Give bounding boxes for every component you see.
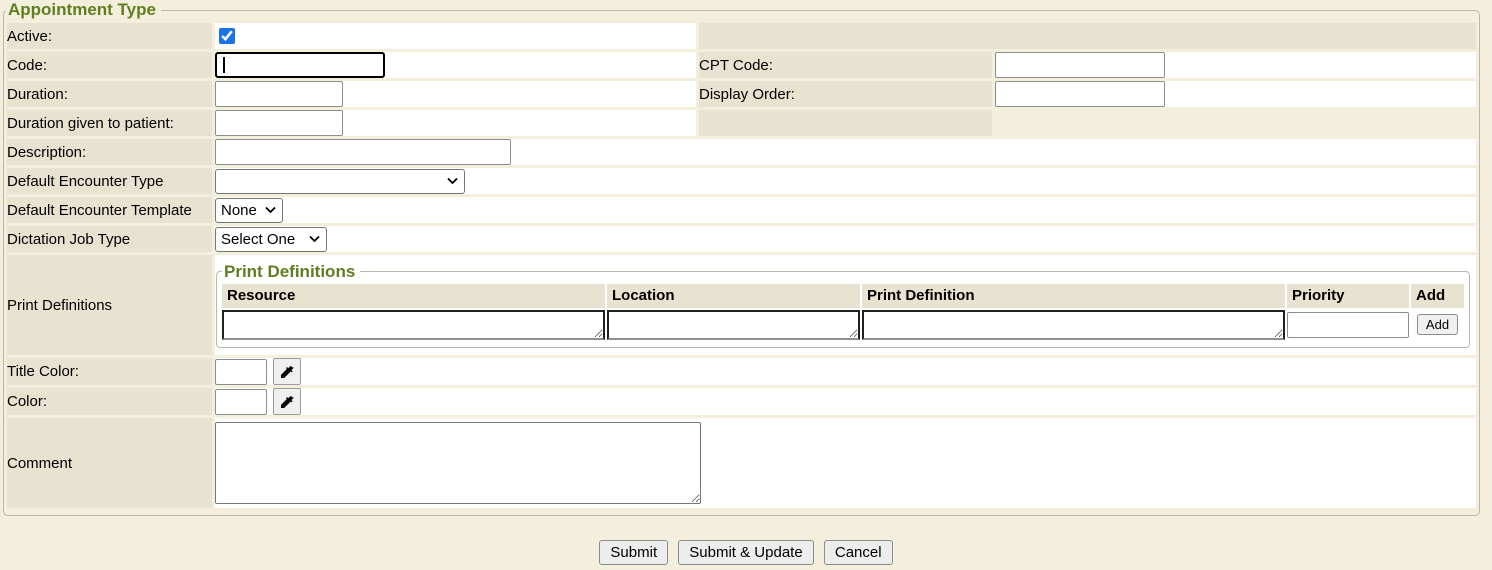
- form-action-buttons: Submit Submit & Update Cancel: [0, 540, 1492, 565]
- duration-field-cell: [215, 81, 696, 107]
- location-column-header: Location: [607, 284, 860, 308]
- row-duration-patient: Duration given to patient:: [7, 110, 1476, 136]
- comment-textarea[interactable]: [215, 422, 701, 504]
- print-definitions-label: Print Definitions: [7, 255, 212, 355]
- cpt-code-field-cell: [995, 52, 1476, 78]
- row-dictation-job-type: Dictation Job Type Select One: [7, 226, 1476, 252]
- print-definition-textarea[interactable]: [862, 310, 1285, 340]
- color-label: Color:: [7, 388, 212, 415]
- row-active: Active:: [7, 23, 1476, 49]
- cpt-code-input[interactable]: [995, 52, 1165, 78]
- description-input[interactable]: [215, 139, 511, 165]
- active-field-cell: [215, 23, 696, 49]
- display-order-input[interactable]: [995, 81, 1165, 107]
- title-color-picker-button[interactable]: [273, 358, 301, 385]
- row-code: Code: CPT Code:: [7, 52, 1476, 78]
- priority-column-header: Priority: [1287, 284, 1409, 308]
- default-encounter-template-select[interactable]: None: [215, 198, 283, 223]
- appointment-type-fieldset: Appointment Type Active: Code: CPT Code:: [3, 0, 1480, 516]
- add-button[interactable]: Add: [1417, 314, 1458, 335]
- color-picker-button[interactable]: [273, 388, 301, 415]
- row-title-color: Title Color:: [7, 358, 1476, 385]
- add-column-header: Add: [1411, 284, 1464, 308]
- title-color-field-cell: [215, 358, 1476, 385]
- duration-input[interactable]: [215, 81, 343, 107]
- duration-patient-filler-cell: [699, 110, 992, 136]
- print-definitions-fieldset: Print Definitions Resource Location Prin…: [216, 262, 1470, 348]
- priority-input[interactable]: [1287, 312, 1409, 338]
- duration-label: Duration:: [7, 81, 212, 107]
- display-order-label: Display Order:: [699, 81, 992, 107]
- location-textarea[interactable]: [607, 310, 860, 340]
- code-field-cell: [215, 52, 696, 78]
- print-definitions-input-row: Add: [222, 310, 1464, 340]
- cpt-code-label: CPT Code:: [699, 52, 992, 78]
- eyedropper-icon: [279, 364, 295, 380]
- empty-cell: [995, 110, 1476, 136]
- description-label: Description:: [7, 139, 212, 165]
- title-color-label: Title Color:: [7, 358, 212, 385]
- duration-patient-field-cell: [215, 110, 696, 136]
- default-encounter-type-select[interactable]: [215, 169, 465, 194]
- add-cell: Add: [1411, 310, 1464, 340]
- row-description: Description:: [7, 139, 1476, 165]
- print-definitions-field-cell: Print Definitions Resource Location Prin…: [215, 255, 1476, 355]
- default-encounter-type-label: Default Encounter Type: [7, 168, 212, 194]
- print-definitions-header-row: Resource Location Print Definition Prior…: [222, 284, 1464, 308]
- dictation-job-type-field-cell: Select One: [215, 226, 1476, 252]
- eyedropper-icon: [279, 394, 295, 410]
- default-encounter-template-field-cell: None: [215, 197, 1476, 223]
- active-filler-cell: [699, 23, 1476, 49]
- row-default-encounter-type: Default Encounter Type: [7, 168, 1476, 194]
- print-definitions-table: Resource Location Print Definition Prior…: [220, 282, 1466, 342]
- active-checkbox[interactable]: [219, 28, 235, 44]
- resource-cell: [222, 310, 605, 340]
- appointment-type-legend: Appointment Type: [6, 0, 161, 20]
- description-field-cell: [215, 139, 1476, 165]
- print-definitions-legend: Print Definitions: [222, 262, 360, 282]
- location-cell: [607, 310, 860, 340]
- dictation-job-type-select[interactable]: Select One: [215, 227, 327, 252]
- comment-field-cell: [215, 418, 1476, 508]
- priority-cell: [1287, 310, 1409, 340]
- submit-and-update-button[interactable]: Submit & Update: [678, 540, 813, 565]
- resource-column-header: Resource: [222, 284, 605, 308]
- text-caret: [223, 57, 225, 73]
- code-input[interactable]: [215, 52, 385, 78]
- color-input[interactable]: [215, 389, 267, 415]
- comment-label: Comment: [7, 418, 212, 508]
- row-print-definitions: Print Definitions Print Definitions Reso…: [7, 255, 1476, 355]
- display-order-field-cell: [995, 81, 1476, 107]
- cancel-button[interactable]: Cancel: [824, 540, 893, 565]
- title-color-input[interactable]: [215, 359, 267, 385]
- duration-patient-input[interactable]: [215, 110, 343, 136]
- appointment-type-form-table: Active: Code: CPT Code: Duration:: [4, 20, 1479, 511]
- row-color: Color:: [7, 388, 1476, 415]
- default-encounter-template-label: Default Encounter Template: [7, 197, 212, 223]
- dictation-job-type-label: Dictation Job Type: [7, 226, 212, 252]
- active-label: Active:: [7, 23, 212, 49]
- color-field-cell: [215, 388, 1476, 415]
- print-definition-column-header: Print Definition: [862, 284, 1285, 308]
- print-definition-cell: [862, 310, 1285, 340]
- duration-patient-label: Duration given to patient:: [7, 110, 212, 136]
- row-default-encounter-template: Default Encounter Template None: [7, 197, 1476, 223]
- resource-textarea[interactable]: [222, 310, 605, 340]
- row-comment: Comment: [7, 418, 1476, 508]
- row-duration: Duration: Display Order:: [7, 81, 1476, 107]
- submit-button[interactable]: Submit: [599, 540, 668, 565]
- code-label: Code:: [7, 52, 212, 78]
- default-encounter-type-field-cell: [215, 168, 1476, 194]
